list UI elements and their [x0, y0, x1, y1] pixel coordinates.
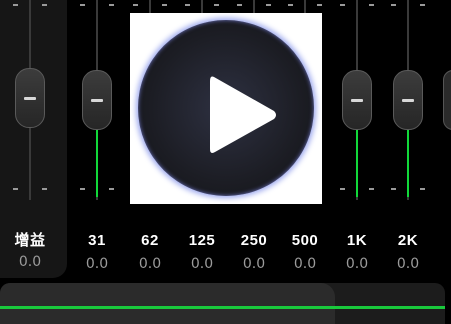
tick-mark — [13, 188, 18, 190]
tick-mark — [42, 4, 47, 6]
video-overlay[interactable] — [130, 13, 322, 204]
band-value: 0.0 — [293, 256, 317, 272]
band-label: 500 — [291, 232, 319, 249]
play-icon — [210, 76, 276, 153]
band-slider-fill — [407, 129, 409, 197]
tick-mark — [266, 4, 271, 6]
band-slider-2K[interactable] — [388, 0, 428, 200]
band-slider-knob[interactable] — [393, 70, 423, 130]
tick-mark — [369, 4, 374, 6]
bottom-control-bar[interactable] — [0, 283, 445, 324]
grip-icon — [91, 98, 103, 102]
tick-mark — [162, 4, 167, 6]
gain-label: 增益 — [14, 232, 46, 249]
tick-mark — [317, 4, 322, 6]
tick-mark — [80, 4, 85, 6]
tick-mark — [80, 188, 85, 190]
tick-mark — [214, 4, 219, 6]
band-label: 62 — [141, 232, 159, 249]
gain-slider-knob[interactable] — [15, 68, 45, 128]
band-slider-1K[interactable] — [337, 0, 377, 200]
tick-mark — [237, 4, 242, 6]
tick-mark — [109, 188, 114, 190]
band-label: 125 — [188, 232, 216, 249]
tick-mark — [133, 4, 138, 6]
tick-mark — [13, 4, 18, 6]
band-slider-fill — [96, 129, 98, 197]
gain-slider[interactable] — [10, 0, 50, 200]
gain-value: 0.0 — [18, 254, 42, 270]
tick-mark — [185, 4, 190, 6]
tick-mark — [391, 188, 396, 190]
band-value: 0.0 — [85, 256, 109, 272]
play-button[interactable] — [138, 20, 314, 196]
tick-mark — [420, 188, 425, 190]
tick-mark — [288, 4, 293, 6]
grip-icon — [402, 98, 414, 102]
grip-icon — [351, 98, 363, 102]
equalizer-screen: 增益 0.0 31 0.0 62 0.0 125 0.0 250 0.0 500 0.0 1K 0.0… — [0, 0, 451, 324]
band-value: 0.0 — [242, 256, 266, 272]
progress-line — [0, 306, 445, 309]
band-label: 2K — [397, 232, 419, 249]
band-value: 0.0 — [138, 256, 162, 272]
band-slider-31[interactable] — [77, 0, 117, 200]
tick-mark — [420, 4, 425, 6]
band-label: 250 — [240, 232, 268, 249]
tick-mark — [340, 4, 345, 6]
bottom-bar-segment — [0, 283, 335, 324]
tick-mark — [340, 188, 345, 190]
tick-mark — [391, 4, 396, 6]
band-value: 0.0 — [345, 256, 369, 272]
tick-mark — [42, 188, 47, 190]
band-value: 0.0 — [396, 256, 420, 272]
band-slider-knob[interactable] — [82, 70, 112, 130]
band-label: 31 — [88, 232, 106, 249]
grip-icon — [24, 96, 36, 100]
band-label: 1K — [346, 232, 368, 249]
partial-slider-knob[interactable] — [443, 70, 451, 130]
tick-mark — [109, 4, 114, 6]
tick-mark — [369, 188, 374, 190]
band-value: 0.0 — [190, 256, 214, 272]
band-slider-knob[interactable] — [342, 70, 372, 130]
band-slider-fill — [356, 129, 358, 197]
